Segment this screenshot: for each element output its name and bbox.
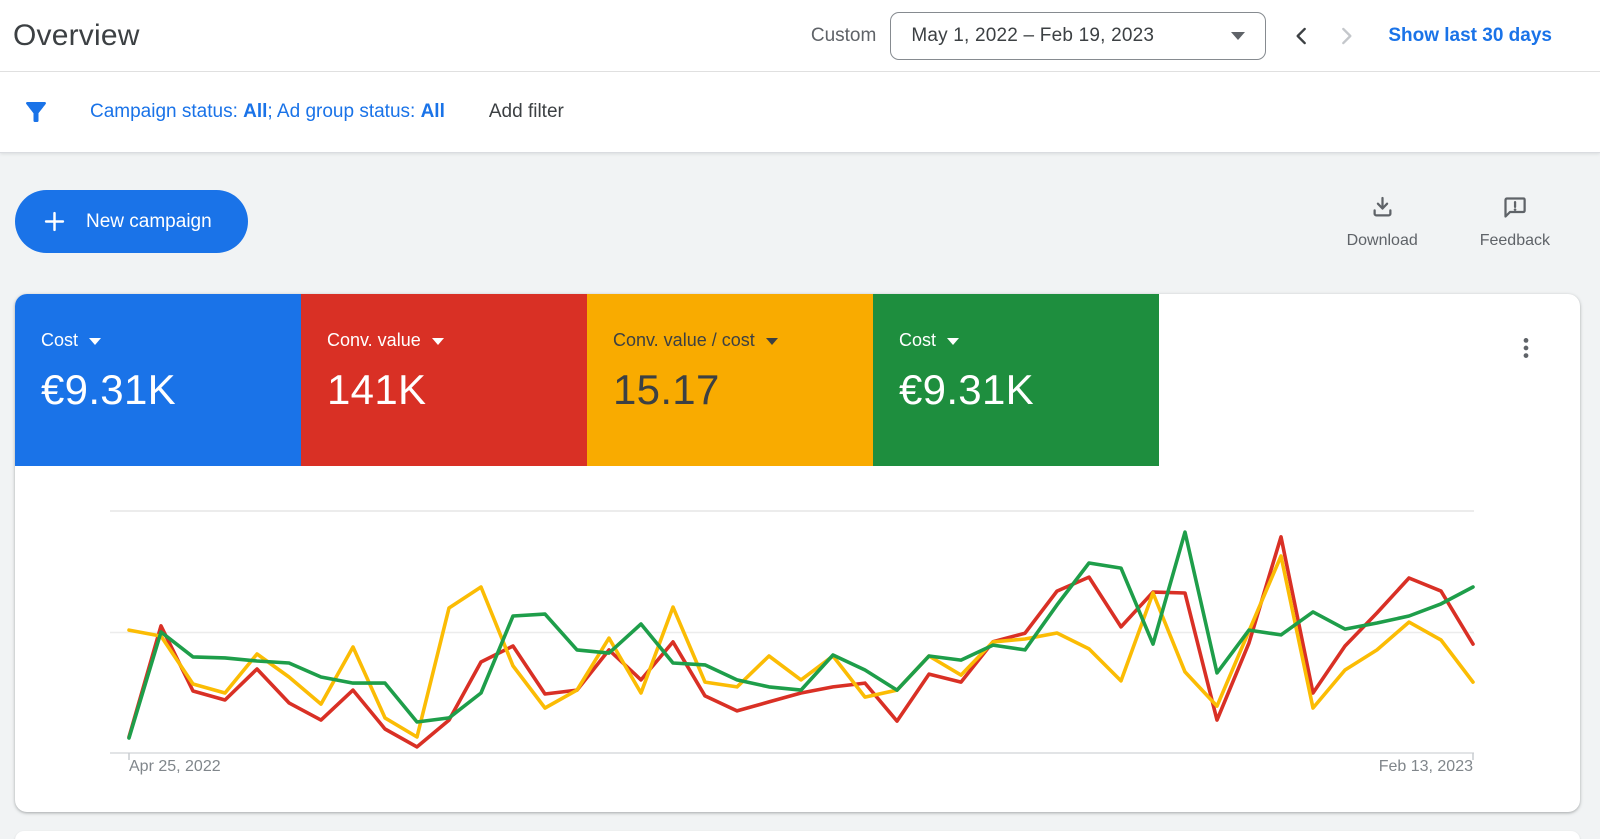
feedback-icon [1504, 197, 1527, 218]
chevron-down-icon [1231, 32, 1246, 40]
plus-icon [41, 208, 68, 235]
top-bar: Overview Custom May 1, 2022 – Feb 19, 20… [0, 0, 1600, 72]
ad-group-status-label: ; Ad group status: [267, 101, 421, 122]
overview-chart: Apr 25, 2022 Feb 13, 2023 [15, 466, 1580, 812]
page-title: Overview [13, 18, 140, 52]
chevron-down-icon [947, 338, 960, 345]
show-last-30-days-link[interactable]: Show last 30 days [1388, 25, 1552, 47]
campaign-status-label: Campaign status: [90, 101, 244, 122]
next-period-button[interactable] [1324, 14, 1368, 58]
x-axis-start-label: Apr 25, 2022 [129, 758, 221, 775]
chevron-down-icon [89, 338, 102, 345]
scorecard-value: €9.31K [899, 366, 1034, 413]
filter-funnel-icon [20, 97, 52, 127]
new-campaign-label: New campaign [86, 210, 212, 232]
scorecard-metric-label: Conv. value [327, 330, 421, 350]
ad-group-status-value: All [420, 101, 445, 122]
scorecard-row: Cost €9.31K Conv. value 141K Conv. value… [15, 294, 1580, 466]
scorecard-value: €9.31K [41, 366, 176, 413]
scorecard-cost-green[interactable]: Cost €9.31K [873, 294, 1159, 466]
date-range-type-label: Custom [810, 25, 877, 46]
feedback-button[interactable]: Feedback [1480, 194, 1550, 250]
scorecard-cost-blue[interactable]: Cost €9.31K [15, 294, 301, 466]
date-controls: Custom May 1, 2022 – Feb 19, 2023 Show l… [811, 0, 1600, 72]
previous-period-button[interactable] [1280, 14, 1324, 58]
download-button[interactable]: Download [1347, 194, 1418, 250]
date-range-picker[interactable]: May 1, 2022 – Feb 19, 2023 [890, 12, 1267, 60]
toolbar: Download Feedback [1347, 194, 1550, 250]
line-chart [110, 510, 1475, 760]
scorecard-metric-label: Conv. value / cost [613, 330, 755, 350]
next-card-top-edge [15, 831, 1580, 839]
download-icon [1373, 196, 1392, 217]
scorecard-metric-label: Cost [41, 330, 79, 350]
campaign-status-value: All [243, 101, 268, 122]
scorecard-conv-value-per-cost[interactable]: Conv. value / cost 15.17 [587, 294, 873, 466]
scorecard-value: 15.17 [613, 366, 720, 413]
chevron-right-icon [1342, 27, 1352, 45]
download-label: Download [1346, 232, 1418, 249]
series-conv-value [127, 535, 1475, 749]
card-options-button[interactable] [1506, 328, 1546, 368]
add-filter-button[interactable]: Add filter [489, 101, 564, 123]
new-campaign-button[interactable]: New campaign [15, 190, 248, 253]
scorecard-conv-value[interactable]: Conv. value 141K [301, 294, 587, 466]
chevron-left-icon [1296, 27, 1307, 45]
chevron-down-icon [431, 338, 444, 345]
date-range-text: May 1, 2022 – Feb 19, 2023 [911, 25, 1155, 46]
active-filters-chip[interactable]: Campaign status: All; Ad group status: A… [90, 101, 445, 123]
x-axis-end-label: Feb 13, 2023 [1378, 758, 1473, 775]
feedback-label: Feedback [1479, 232, 1550, 249]
filter-bar: Campaign status: All; Ad group status: A… [0, 72, 1600, 153]
scorecard-metric-label: Cost [899, 330, 937, 350]
chevron-down-icon [765, 338, 778, 345]
scorecard-value: 141K [327, 366, 427, 413]
overview-card: Cost €9.31K Conv. value 141K Conv. value… [15, 294, 1580, 812]
kebab-menu-icon [1523, 338, 1529, 358]
